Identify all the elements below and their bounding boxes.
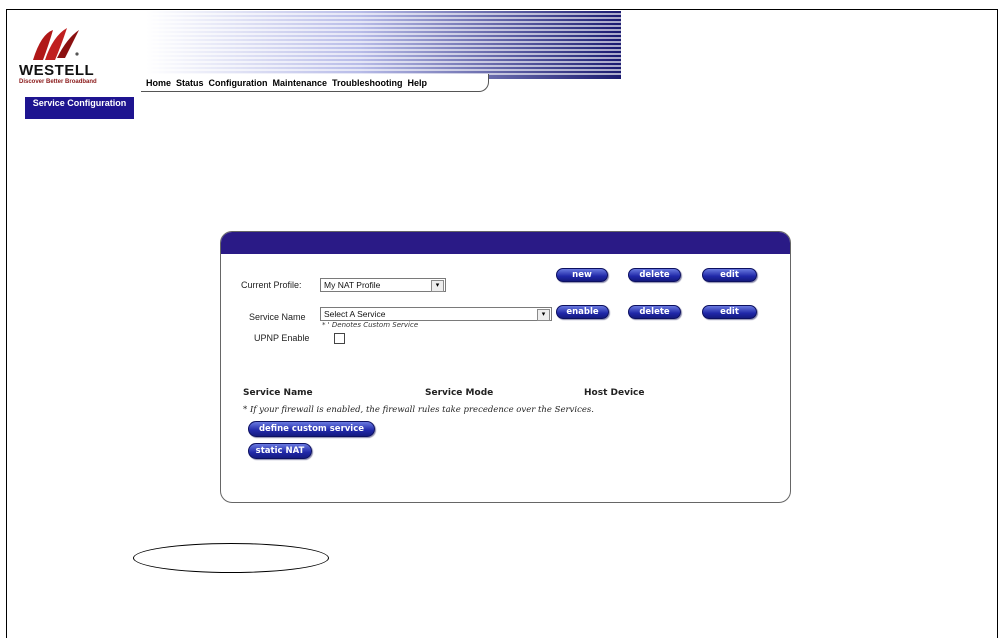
firewall-note: * If your firewall is enabled, the firew…	[243, 405, 594, 415]
chevron-down-icon: ▾	[431, 280, 444, 292]
delete-profile-button[interactable]: delete	[628, 268, 681, 282]
nav-configuration[interactable]: Configuration	[209, 78, 268, 88]
col-service-mode: Service Mode	[425, 388, 494, 398]
profile-select[interactable]: My NAT Profile ▾	[320, 278, 446, 292]
header-stripes	[146, 11, 621, 79]
enable-service-button[interactable]: enable	[556, 305, 609, 319]
brand-name: WESTELL	[19, 62, 95, 79]
brand-tagline: Discover Better Broadband	[19, 79, 97, 85]
nav-status[interactable]: Status	[176, 78, 204, 88]
col-host-device: Host Device	[584, 388, 645, 398]
static-nat-button[interactable]: static NAT	[248, 443, 312, 459]
nav-maintenance[interactable]: Maintenance	[273, 78, 328, 88]
current-profile-label: Current Profile:	[241, 280, 302, 290]
nav-home[interactable]: Home	[146, 78, 171, 88]
service-panel: Current Profile: My NAT Profile ▾ new de…	[220, 231, 791, 503]
edit-service-button[interactable]: edit	[702, 305, 757, 319]
profile-select-value: My NAT Profile	[324, 280, 381, 290]
upnp-enable-checkbox[interactable]	[334, 333, 345, 344]
delete-service-button[interactable]: delete	[628, 305, 681, 319]
main-nav: Home Status Configuration Maintenance Tr…	[141, 74, 489, 92]
service-name-label: Service Name	[249, 312, 306, 322]
edit-profile-button[interactable]: edit	[702, 268, 757, 282]
upnp-enable-label: UPNP Enable	[254, 333, 310, 343]
panel-header	[221, 232, 790, 254]
col-service-name: Service Name	[243, 388, 313, 398]
annotation-ellipse	[133, 543, 329, 573]
new-profile-button[interactable]: new	[556, 268, 608, 282]
chevron-down-icon: ▾	[537, 309, 550, 321]
service-select[interactable]: Select A Service ▾	[320, 307, 552, 321]
nav-help[interactable]: Help	[408, 78, 428, 88]
service-select-value: Select A Service	[324, 309, 386, 319]
define-custom-service-button[interactable]: define custom service	[248, 421, 375, 437]
westell-logo	[33, 28, 79, 60]
service-configuration-tab[interactable]: Service Configuration	[25, 97, 134, 119]
custom-service-note: * ' Denotes Custom Service	[322, 321, 419, 329]
nav-troubleshooting[interactable]: Troubleshooting	[332, 78, 403, 88]
